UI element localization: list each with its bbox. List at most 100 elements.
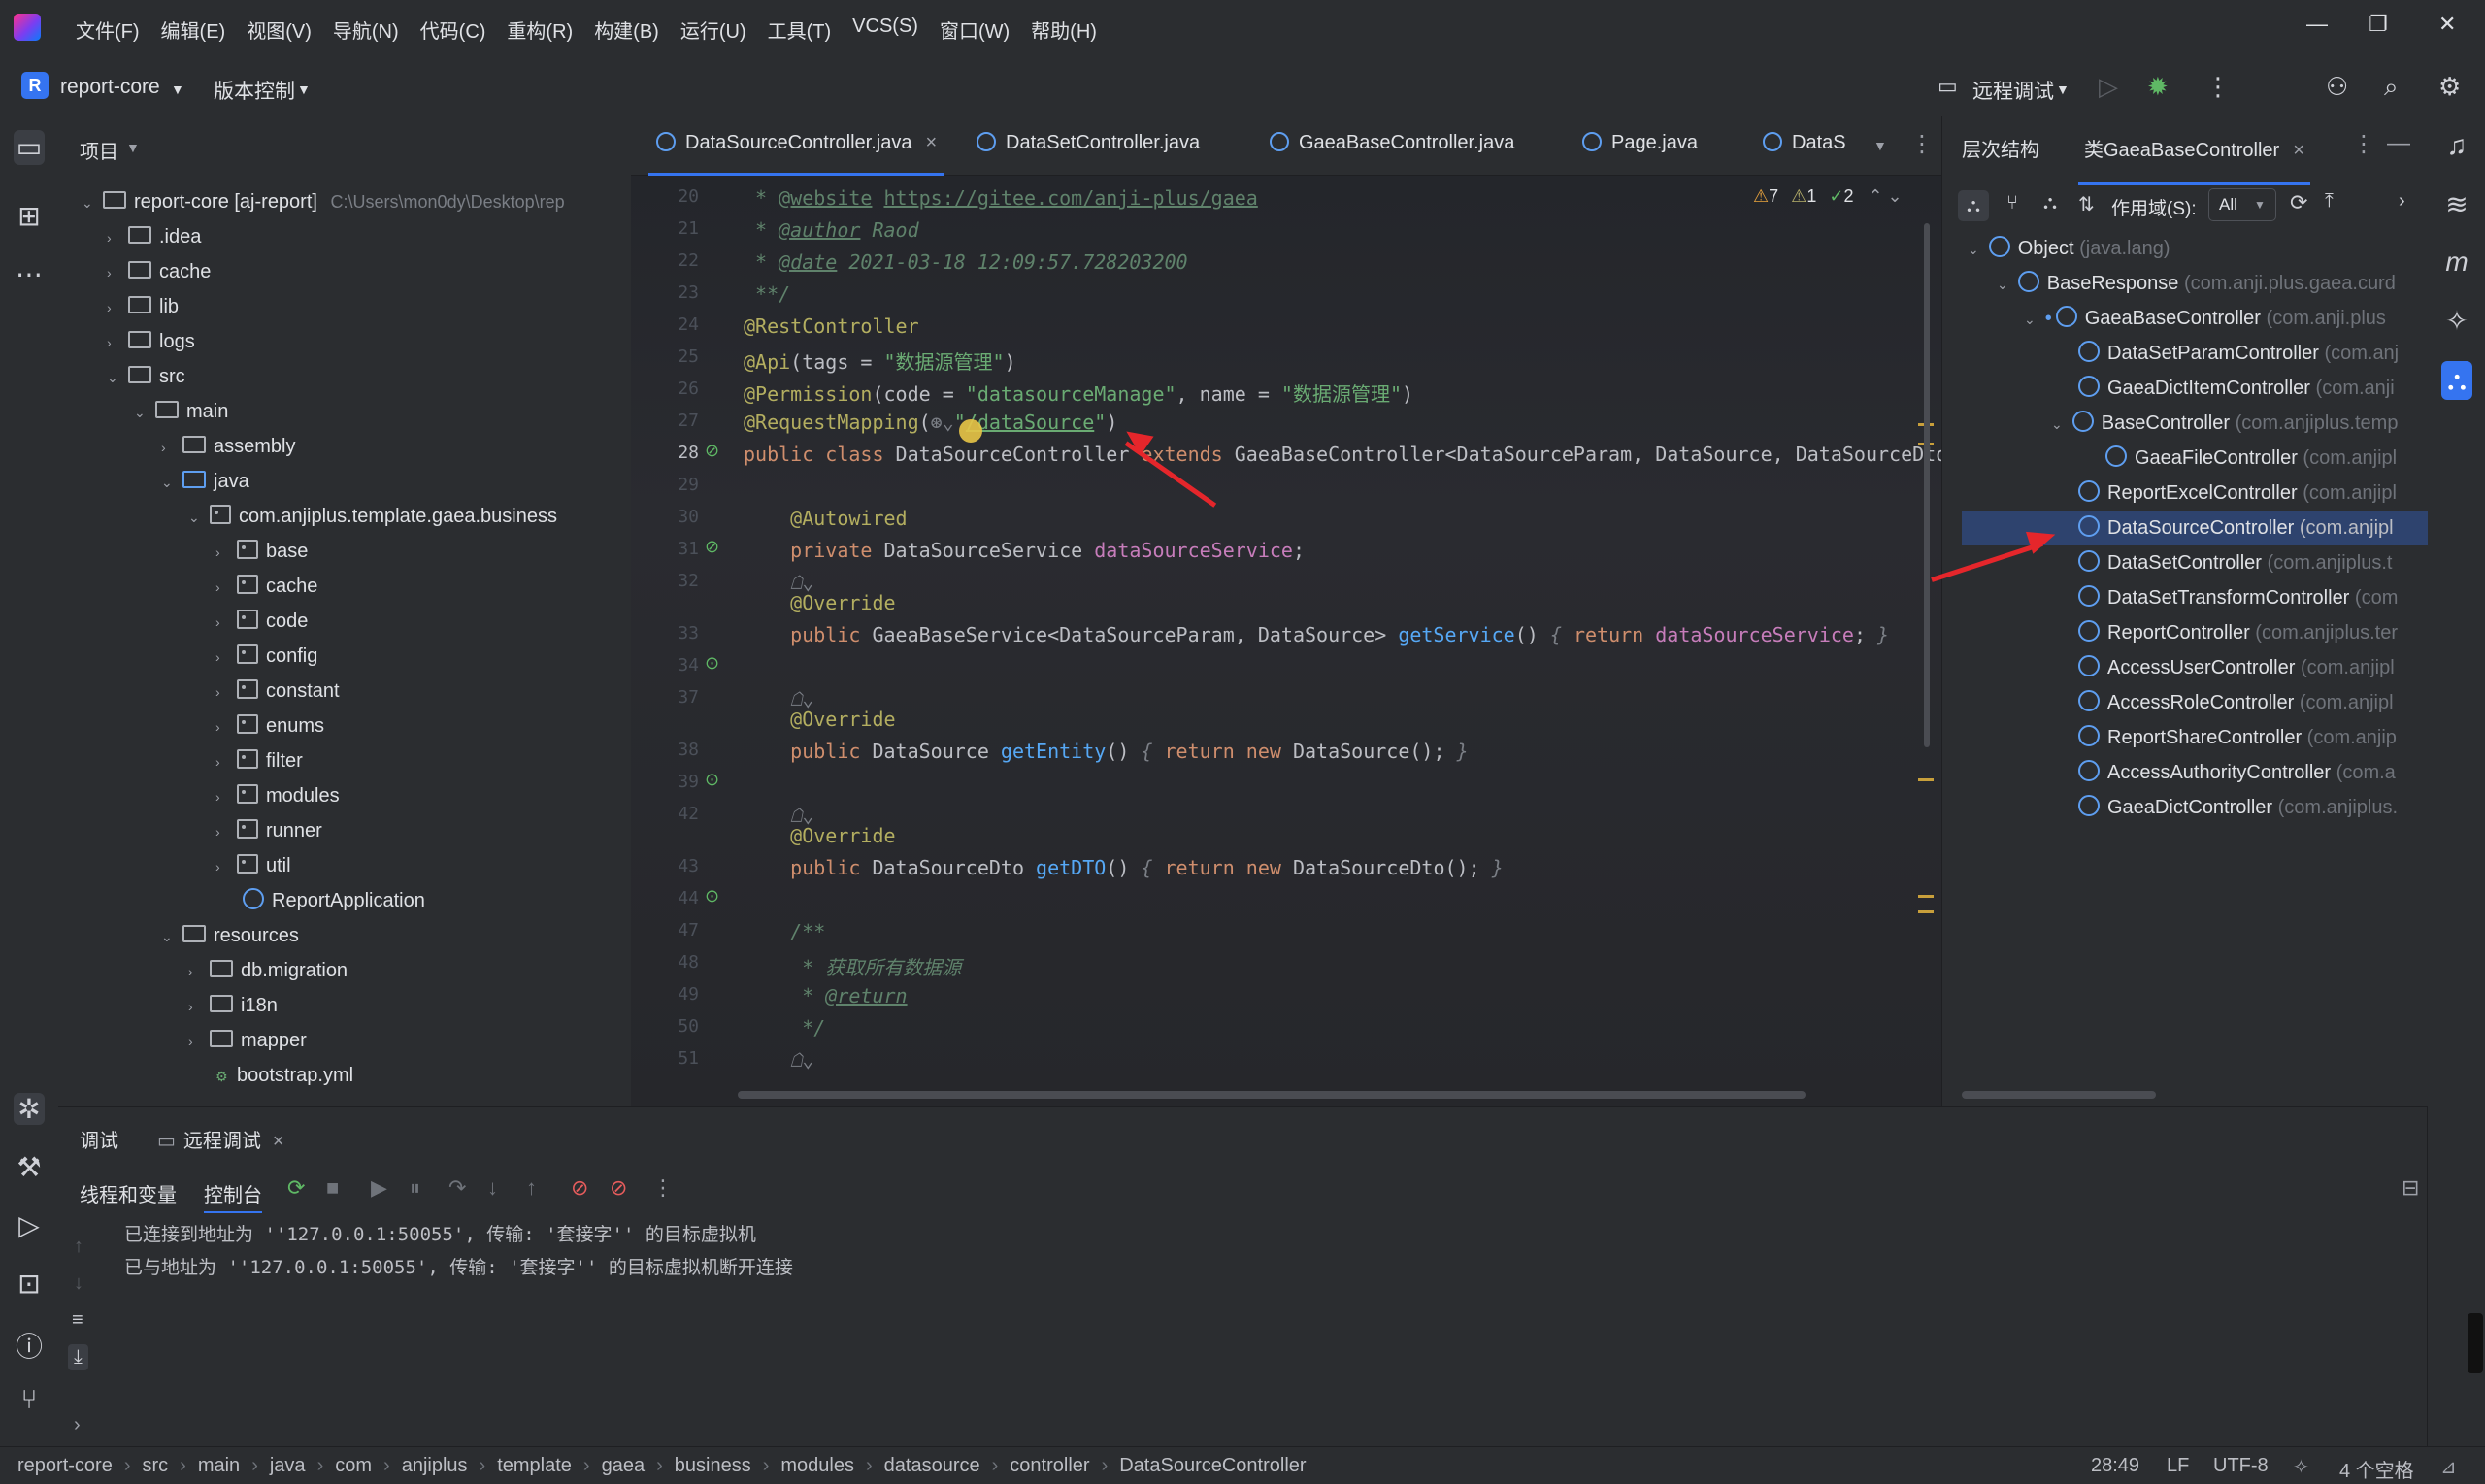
tree-item[interactable]: › .idea xyxy=(107,219,201,254)
intention-bulb-icon[interactable] xyxy=(959,419,982,443)
hierarchy-row[interactable]: DataSetController (com.anjiplus.t xyxy=(2078,545,2392,580)
build-hammer-icon[interactable]: ⚒ xyxy=(14,1151,45,1183)
database-icon[interactable]: ≋ xyxy=(2441,188,2472,220)
tree-item[interactable]: ⌄ main xyxy=(134,394,228,429)
menu-view[interactable]: 视图(V) xyxy=(247,16,312,44)
tree-item[interactable]: › modules xyxy=(215,778,340,813)
tree-item[interactable]: › config xyxy=(215,639,317,674)
chevron-down-icon[interactable]: ▼ xyxy=(2056,82,2070,97)
hierarchy-row[interactable]: ReportExcelController (com.anjipl xyxy=(2078,476,2397,511)
minimize-icon[interactable]: — xyxy=(2306,12,2328,37)
hierarchy-row[interactable]: GaeaFileController (com.anjipl xyxy=(2105,441,2397,476)
tree-item[interactable]: › filter xyxy=(215,743,303,778)
hierarchy-row[interactable]: ⌄ Object (java.lang) xyxy=(1968,231,2170,266)
tree-item[interactable]: › util xyxy=(215,848,291,883)
hierarchy-row[interactable]: AccessUserController (com.anjipl xyxy=(2078,650,2395,685)
tab-console[interactable]: 控制台 xyxy=(204,1179,262,1213)
breadcrumb-item[interactable]: main xyxy=(198,1455,240,1476)
hierarchy-row[interactable]: AccessAuthorityController (com.a xyxy=(2078,755,2396,790)
menu-help[interactable]: 帮助(H) xyxy=(1031,16,1097,44)
services-icon[interactable]: ▷ xyxy=(14,1209,45,1241)
hierarchy-tab[interactable]: 类GaeaBaseController × xyxy=(2078,126,2310,185)
hierarchy-title[interactable]: 层次结构 xyxy=(1962,134,2039,162)
menu-refactor[interactable]: 重构(R) xyxy=(507,16,573,44)
breadcrumb-item[interactable]: DataSourceController xyxy=(1119,1455,1306,1476)
hierarchy-icon[interactable]: ⛬ xyxy=(2441,361,2472,400)
minimize-panel-icon[interactable]: — xyxy=(2387,130,2410,157)
breadcrumb-item[interactable]: datasource xyxy=(884,1455,980,1476)
editor-horizontal-scrollbar[interactable] xyxy=(738,1091,1806,1099)
resume-icon[interactable]: ▶ xyxy=(371,1175,387,1201)
close-icon[interactable]: × xyxy=(273,1131,284,1152)
tree-item[interactable]: ⌄ java xyxy=(161,464,249,499)
breadcrumb-item[interactable]: business xyxy=(675,1455,751,1476)
indent-setting[interactable]: 4 个空格 xyxy=(2339,1455,2414,1483)
tree-item[interactable]: ⌄ src xyxy=(107,359,185,394)
hierarchy-row[interactable]: GaeaDictItemController (com.anji xyxy=(2078,371,2395,406)
debug-icon[interactable]: ✹ xyxy=(2147,72,2169,102)
tree-item[interactable]: › runner xyxy=(215,813,322,848)
close-icon[interactable]: × xyxy=(925,132,937,153)
tree-item[interactable]: ReportApplication xyxy=(243,883,425,918)
code-area[interactable]: * @website https://gitee.com/anji-plus/g… xyxy=(631,175,1947,1106)
step-over-icon[interactable]: ↷ xyxy=(448,1175,466,1201)
type-hierarchy-icon[interactable]: ⛬ xyxy=(1958,190,1989,221)
chevron-down-icon[interactable]: ▼ xyxy=(126,140,140,155)
down-arrow-icon[interactable]: ↓ xyxy=(74,1272,83,1295)
breadcrumb-item[interactable]: gaea xyxy=(602,1455,646,1476)
readonly-lock-icon[interactable]: ⊿ xyxy=(2440,1455,2457,1479)
breadcrumb-item[interactable]: com xyxy=(335,1455,372,1476)
step-out-icon[interactable]: ↑ xyxy=(526,1175,537,1201)
menu-code[interactable]: 代码(C) xyxy=(420,16,486,44)
more-icon[interactable]: ⋮ xyxy=(2352,130,2375,158)
problems-icon[interactable]: ⓘ xyxy=(14,1326,45,1365)
console-scrollbar[interactable] xyxy=(2468,1313,2483,1373)
menu-navigate[interactable]: 导航(N) xyxy=(333,16,399,44)
menu-file[interactable]: 文件(F) xyxy=(76,16,140,44)
project-panel-title[interactable]: 项目 xyxy=(80,136,118,164)
chevron-down-icon[interactable]: ▼ xyxy=(1873,138,1887,153)
project-folder-icon[interactable]: ▭ xyxy=(14,130,45,165)
line-separator[interactable]: LF xyxy=(2167,1455,2189,1477)
tab-datasourcecontroller[interactable]: DataSourceController.java × xyxy=(647,132,945,176)
pause-icon[interactable]: ⏸ xyxy=(410,1175,420,1201)
breadcrumb-item[interactable]: java xyxy=(270,1455,306,1476)
ai-assistant-icon[interactable]: ✧ xyxy=(2441,305,2472,337)
close-window-icon[interactable]: ✕ xyxy=(2438,12,2456,37)
hierarchy-row[interactable]: ReportController (com.anjiplus.ter xyxy=(2078,615,2398,650)
tree-item[interactable]: › base xyxy=(215,534,308,569)
tree-item[interactable]: › mapper xyxy=(188,1023,307,1058)
editor-scrollbar[interactable] xyxy=(1918,175,1934,913)
refresh-icon[interactable]: ⟳ xyxy=(2290,190,2307,215)
scope-select[interactable]: All ▼ xyxy=(2208,188,2276,221)
vcs-menu[interactable]: 版本控制 xyxy=(214,76,295,105)
up-arrow-icon[interactable]: ↑ xyxy=(74,1236,83,1258)
breadcrumb-item[interactable]: src xyxy=(142,1455,168,1476)
tree-item[interactable]: ⚙ bootstrap.yml xyxy=(215,1058,353,1093)
breadcrumb-item[interactable]: controller xyxy=(1010,1455,1089,1476)
tree-item[interactable]: › db.migration xyxy=(188,953,348,988)
tree-item[interactable]: ⌄ resources xyxy=(161,918,299,953)
run-config-selector[interactable]: 远程调试 xyxy=(1972,76,2054,105)
tree-item[interactable]: › i18n xyxy=(188,988,278,1023)
ai-status-icon[interactable]: ✧ xyxy=(2293,1455,2309,1479)
terminal-icon[interactable]: ⊡ xyxy=(14,1268,45,1300)
tab-page[interactable]: Page.java xyxy=(1582,132,1698,154)
hierarchy-row[interactable]: ⌄ • GaeaBaseController (com.anji.plus xyxy=(2024,301,2386,336)
hierarchy-row[interactable]: DataSetParamController (com.anj xyxy=(2078,336,2399,371)
caret-position[interactable]: 28:49 xyxy=(2091,1455,2139,1477)
hierarchy-row[interactable]: DataSetTransformController (com xyxy=(2078,580,2398,615)
tree-item[interactable]: › cache xyxy=(215,569,317,604)
tab-remote-debug[interactable]: ▭ 远程调试 × xyxy=(157,1125,284,1153)
chevron-right-icon[interactable]: › xyxy=(2399,190,2405,213)
debug-title[interactable]: 调试 xyxy=(80,1125,118,1153)
subtypes-icon[interactable]: ⛬ xyxy=(2043,192,2057,214)
tree-item[interactable]: › assembly xyxy=(161,429,295,464)
menu-build[interactable]: 构建(B) xyxy=(594,16,659,44)
layout-icon[interactable]: ⊟ xyxy=(2402,1175,2419,1201)
close-icon[interactable]: × xyxy=(2293,140,2304,161)
more-icon[interactable]: ⋮ xyxy=(2205,72,2231,102)
maven-icon[interactable]: m xyxy=(2441,247,2472,278)
tab-datasetcontroller[interactable]: DataSetController.java xyxy=(977,132,1200,154)
more-tools-icon[interactable]: ⋯ xyxy=(14,258,45,290)
